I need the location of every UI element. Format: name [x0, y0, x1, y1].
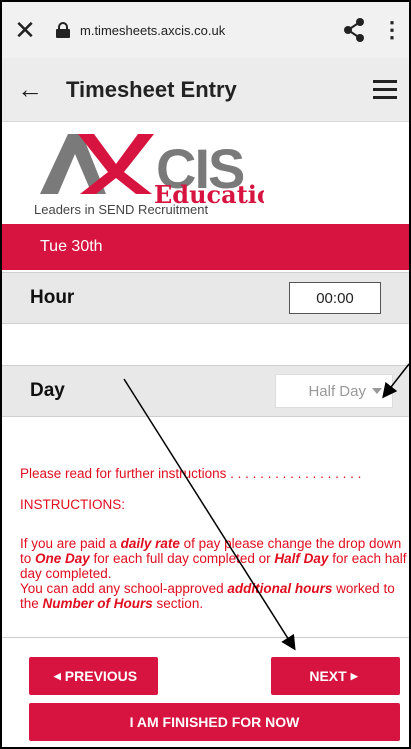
hour-label: Hour — [30, 287, 75, 308]
previous-button-label: PREVIOUS — [64, 668, 138, 684]
arrow-back-icon[interactable]: ← — [2, 74, 58, 105]
url-text[interactable]: m.timesheets.axcis.co.uk — [80, 23, 335, 38]
more-vert-icon[interactable]: ⋮ — [375, 17, 409, 43]
dropdown-caret-icon — [372, 388, 382, 394]
share-icon[interactable] — [335, 2, 375, 58]
browser-toolbar: ✕ m.timesheets.axcis.co.uk ⋮ — [2, 2, 409, 58]
day-select-value: Half Day — [308, 382, 366, 400]
day-row: Day Half Day — [2, 365, 409, 417]
previous-button[interactable]: ◀ PREVIOUS — [29, 657, 158, 695]
chevron-right-icon: ▶ — [350, 670, 358, 681]
chevron-left-icon: ◀ — [53, 670, 61, 681]
day-select[interactable]: Half Day — [275, 374, 393, 408]
svg-text:Leaders in SEND Recruitment: Leaders in SEND Recruitment — [34, 202, 209, 216]
hour-row: Hour — [2, 272, 409, 324]
divider — [2, 637, 409, 638]
lock-icon — [56, 22, 70, 38]
next-button[interactable]: NEXT ▶ — [271, 657, 400, 695]
axcis-logo: CIS Education Leaders in SEND Recruitmen… — [34, 128, 290, 217]
instructions-paragraph-2: You can add any school-approved addition… — [20, 581, 395, 611]
close-icon[interactable]: ✕ — [2, 17, 48, 43]
next-button-label: NEXT — [309, 668, 347, 684]
hamburger-menu-icon[interactable] — [361, 58, 409, 122]
finish-button[interactable]: I AM FINISHED FOR NOW — [29, 703, 400, 741]
hour-input[interactable] — [289, 282, 381, 314]
instructions-paragraph-1: If you are paid a daily rate of pay plea… — [20, 536, 407, 581]
instructions-heading: INSTRUCTIONS: — [20, 497, 126, 512]
date-header: Tue 30th — [2, 224, 409, 270]
date-label: Tue 30th — [40, 238, 103, 255]
page-title: Timesheet Entry — [66, 76, 237, 102]
day-label: Day — [30, 380, 65, 401]
instructions-link[interactable]: Please read for further instructions . .… — [20, 466, 410, 481]
app-bar: ← Timesheet Entry — [2, 58, 409, 122]
instructions-block: Please read for further instructions . .… — [20, 466, 410, 611]
finish-button-label: I AM FINISHED FOR NOW — [129, 714, 300, 730]
